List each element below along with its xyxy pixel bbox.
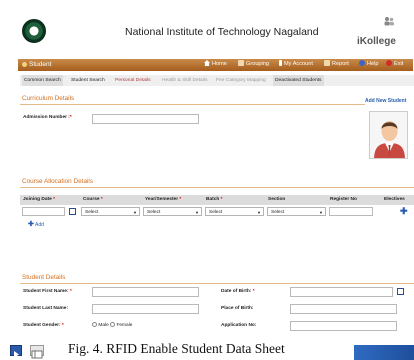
first-name-input[interactable] bbox=[92, 287, 199, 297]
tab-common-search[interactable]: Common Search bbox=[22, 75, 63, 86]
dropdown-arrow-icon: ▼ bbox=[133, 210, 137, 215]
admission-number-input[interactable] bbox=[92, 114, 199, 124]
people-icon bbox=[384, 17, 394, 26]
add-elective-plus-icon[interactable]: ✚ bbox=[400, 206, 408, 217]
book-icon bbox=[324, 60, 330, 66]
place-of-birth-input[interactable] bbox=[290, 304, 397, 314]
female-radio[interactable] bbox=[110, 322, 116, 327]
gender-radio-group: Male Female bbox=[92, 321, 132, 330]
first-name-label: Student First Name: * bbox=[23, 289, 72, 294]
nav-grouping[interactable]: Grouping bbox=[238, 58, 269, 71]
year-semester-select[interactable]: Select ▼ bbox=[143, 207, 202, 216]
section-divider bbox=[20, 187, 414, 188]
col-joining-date: Joining Date * bbox=[23, 197, 56, 202]
tab-deactivated-students[interactable]: Deactivated Students bbox=[273, 75, 324, 86]
plus-icon: ✚ bbox=[28, 221, 34, 228]
course-select[interactable]: Select ▼ bbox=[81, 207, 140, 216]
application-no-label: Application No: bbox=[221, 323, 257, 328]
tab-student-search[interactable]: Student Search bbox=[69, 75, 107, 86]
power-icon bbox=[386, 60, 392, 66]
student-icon bbox=[22, 62, 27, 67]
male-radio[interactable] bbox=[92, 322, 97, 327]
grid-icon bbox=[31, 350, 43, 359]
section-divider bbox=[20, 283, 414, 284]
nav-home[interactable]: Home bbox=[204, 58, 227, 71]
batch-select[interactable]: Select ▼ bbox=[205, 207, 264, 216]
taskbar-strip bbox=[354, 345, 414, 360]
last-name-input[interactable] bbox=[92, 304, 199, 314]
add-new-student-link[interactable]: Add New Student bbox=[365, 98, 406, 104]
institute-name: National Institute of Technology Nagalan… bbox=[125, 26, 319, 38]
calendar-icon[interactable] bbox=[397, 288, 404, 295]
nav-help[interactable]: Help bbox=[359, 58, 379, 71]
play-icon bbox=[10, 345, 22, 358]
institute-seal-logo bbox=[22, 19, 46, 43]
dropdown-arrow-icon: ▼ bbox=[257, 210, 261, 215]
add-row-link[interactable]: ✚ Add bbox=[28, 220, 44, 228]
book-icon bbox=[238, 60, 244, 66]
nav-my-account[interactable]: My Account bbox=[279, 58, 313, 71]
admission-number-label: Admission Number :* bbox=[23, 115, 72, 120]
nav-exit[interactable]: Exit bbox=[386, 58, 403, 71]
col-batch: Batch * bbox=[206, 197, 223, 202]
dropdown-arrow-icon: ▼ bbox=[319, 210, 323, 215]
curriculum-section-title: Curriculum Details bbox=[22, 95, 75, 102]
student-photo-avatar[interactable] bbox=[369, 111, 408, 159]
nav-report[interactable]: Report bbox=[324, 58, 349, 71]
dob-input[interactable] bbox=[290, 287, 393, 297]
dropdown-arrow-icon: ▼ bbox=[195, 210, 199, 215]
course-section-title: Course Allocation Details bbox=[22, 178, 94, 185]
triangle-icon bbox=[14, 351, 19, 358]
col-register-no: Register No bbox=[330, 197, 357, 202]
tab-fee-category-mapping[interactable]: Fee Category Mapping bbox=[214, 75, 268, 86]
col-year-semester: Year/Semester * bbox=[145, 197, 182, 202]
calendar-icon[interactable] bbox=[69, 208, 76, 215]
module-label[interactable]: Student bbox=[22, 58, 51, 71]
gender-label: Student Gender: * bbox=[23, 323, 64, 328]
home-icon bbox=[204, 60, 210, 66]
section-divider bbox=[20, 104, 365, 105]
col-electives: Electives bbox=[384, 197, 405, 202]
col-section: Section bbox=[268, 197, 286, 202]
info-icon bbox=[279, 60, 282, 66]
student-section-title: Student Details bbox=[22, 274, 66, 281]
place-of-birth-label: Place of Birth: bbox=[221, 306, 254, 311]
joining-date-input[interactable] bbox=[22, 207, 65, 216]
last-name-label: Student Last Name: bbox=[23, 306, 69, 311]
dob-label: Date of Birth: * bbox=[221, 289, 255, 294]
tab-personal-details[interactable]: Personal Details bbox=[113, 75, 153, 86]
ikollege-brand: iKollege bbox=[357, 36, 396, 47]
figure-caption: Fig. 4. RFID Enable Student Data Sheet bbox=[68, 341, 285, 356]
section-select[interactable]: Select ▼ bbox=[267, 207, 326, 216]
help-icon bbox=[359, 60, 365, 66]
application-no-input[interactable] bbox=[290, 321, 397, 331]
col-course: Course * bbox=[83, 197, 103, 202]
tab-health-skill-details[interactable]: Health & Skill Details bbox=[160, 75, 209, 86]
register-no-input[interactable] bbox=[329, 207, 373, 216]
user-avatar-icon bbox=[370, 112, 407, 158]
window-icon bbox=[30, 345, 44, 359]
